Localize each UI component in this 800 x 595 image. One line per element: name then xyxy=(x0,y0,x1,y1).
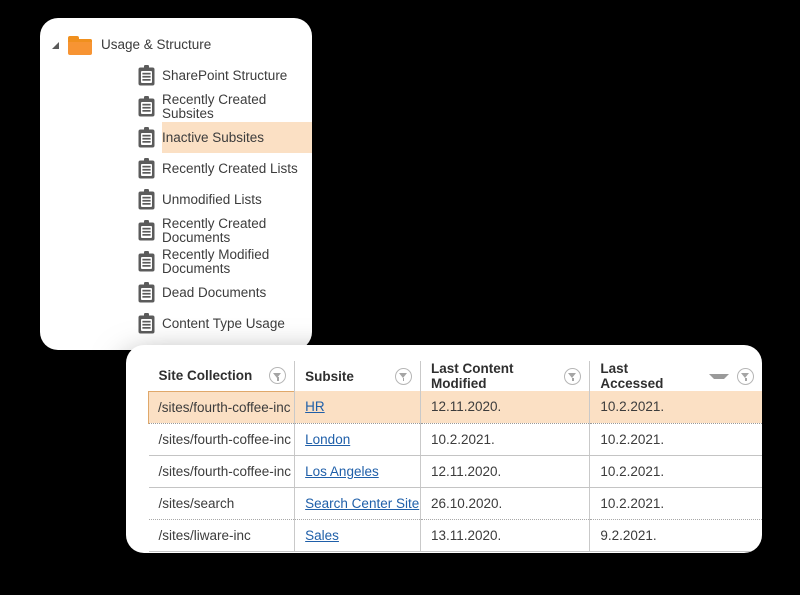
cell-last-content-modified: 12.11.2020. xyxy=(420,391,591,424)
clipboard-icon xyxy=(138,189,155,210)
sort-descending-caret-icon[interactable] xyxy=(709,373,729,379)
filter-icon[interactable] xyxy=(564,367,582,385)
cell-text: /sites/liware-inc xyxy=(158,527,251,543)
cell-text: 10.2.2021. xyxy=(430,431,495,447)
filter-icon[interactable] xyxy=(737,367,754,385)
cell-last-content-modified: 26.10.2020. xyxy=(420,487,591,520)
clipboard-icon xyxy=(138,127,155,148)
expanded-triangle-icon[interactable] xyxy=(50,38,64,52)
cell-text: /sites/fourth-coffee-inc xyxy=(158,431,292,447)
tree-item-recently-created-subsites[interactable]: Recently Created Subsites xyxy=(40,91,312,122)
tree-item-label: Dead Documents xyxy=(162,284,267,300)
cell-site-collection: /sites/liware-inc xyxy=(148,519,296,552)
cell-text: /sites/search xyxy=(158,495,235,511)
cell-text: 26.10.2020. xyxy=(430,495,503,511)
tree-item-label: Inactive Subsites xyxy=(162,129,265,145)
cell-text: 12.11.2020. xyxy=(430,399,502,415)
tree-item-recently-created-documents[interactable]: Recently Created Documents xyxy=(40,215,312,246)
cell-text: 13.11.2020. xyxy=(430,527,502,543)
cell-text: 10.2.2021. xyxy=(600,399,665,415)
table-row[interactable]: /sites/liware-inc Sales 13.11.2020. 9.2.202… xyxy=(148,519,762,552)
tree-item-dead-documents[interactable]: Dead Documents xyxy=(40,277,312,308)
subsite-link[interactable]: Search Center Site xyxy=(305,496,419,511)
cell-text: 10.2.2021. xyxy=(600,463,665,479)
subsite-link[interactable]: Sales xyxy=(305,528,339,543)
navigation-tree-panel: Usage & Structure SharePoint Structure Re… xyxy=(40,18,312,350)
cell-text: 12.11.2020. xyxy=(430,463,502,479)
clipboard-icon xyxy=(138,158,155,179)
tree-item-content-type-usage[interactable]: Content Type Usage xyxy=(40,308,312,339)
cell-text: 9.2.2021. xyxy=(600,527,657,543)
tree-item-label: Recently Created Subsites xyxy=(162,92,267,121)
filter-icon[interactable] xyxy=(269,367,287,385)
tree-item-unmodified-lists[interactable]: Unmodified Lists xyxy=(40,184,312,215)
cell-text: /sites/fourth-coffee-inc xyxy=(158,463,292,479)
cell-subsite: HR xyxy=(294,391,421,424)
tree-item-label: SharePoint Structure xyxy=(162,67,288,83)
tree-item-list: SharePoint Structure Recently Created Sub… xyxy=(40,60,312,339)
filter-icon[interactable] xyxy=(394,367,412,385)
column-header-last-content-modified[interactable]: Last Content Modified xyxy=(420,361,591,391)
column-header-label: Last Accessed xyxy=(600,361,664,391)
folder-icon xyxy=(68,35,92,55)
table-row[interactable]: /sites/fourth-coffee-inc London 10.2.2021.… xyxy=(148,423,762,456)
cell-last-accessed: 9.2.2021. xyxy=(589,519,762,552)
tree-root-label: Usage & Structure xyxy=(101,37,212,53)
cell-subsite: Los Angeles xyxy=(294,455,421,488)
tree-item-label: Recently Modified Documents xyxy=(162,247,270,276)
column-header-last-accessed[interactable]: Last Accessed xyxy=(590,361,762,391)
tree-item-recently-modified-documents[interactable]: Recently Modified Documents xyxy=(40,246,312,277)
subsite-link[interactable]: Los Angeles xyxy=(305,464,379,479)
tree-item-inactive-subsites[interactable]: Inactive Subsites xyxy=(40,122,312,153)
clipboard-icon xyxy=(138,96,155,117)
cell-last-accessed: 10.2.2021. xyxy=(589,455,762,488)
tree-item-sharepoint-structure[interactable]: SharePoint Structure xyxy=(40,60,312,91)
cell-last-accessed: 10.2.2021. xyxy=(589,423,762,456)
tree-item-label: Unmodified Lists xyxy=(162,191,262,207)
tree-root-usage-and-structure[interactable]: Usage & Structure xyxy=(40,30,312,60)
clipboard-icon xyxy=(138,313,155,334)
cell-last-accessed: 10.2.2021. xyxy=(589,487,762,520)
cell-text: 10.2.2021. xyxy=(600,431,665,447)
clipboard-icon xyxy=(138,65,155,86)
column-header-label: Last Content Modified xyxy=(430,361,514,391)
column-header-label: Subsite xyxy=(305,368,354,384)
clipboard-icon xyxy=(138,251,155,272)
column-header-subsite[interactable]: Subsite xyxy=(294,361,421,391)
cell-text: /sites/fourth-coffee-inc xyxy=(158,399,291,415)
cell-last-content-modified: 10.2.2021. xyxy=(420,423,591,456)
clipboard-icon xyxy=(138,282,155,303)
cell-last-content-modified: 13.11.2020. xyxy=(420,519,591,552)
table-row[interactable]: /sites/fourth-coffee-inc HR 12.11.2020. 10.… xyxy=(147,390,762,424)
tree-item-label: Content Type Usage xyxy=(162,315,285,331)
cell-subsite: Sales xyxy=(294,519,421,552)
tree-item-label: Recently Created Lists xyxy=(162,160,298,176)
tree-item-label: Recently Created Documents xyxy=(162,216,267,245)
table-row[interactable]: /sites/search Search Center Site 26.10.202… xyxy=(148,487,762,520)
inactive-subsites-table: Site Collection Subsite Last Content Modif… xyxy=(147,361,763,552)
cell-subsite: London xyxy=(294,423,421,456)
subsite-link[interactable]: London xyxy=(305,432,350,447)
table-header-row: Site Collection Subsite Last Content Modif… xyxy=(148,361,763,391)
table-row[interactable]: /sites/fourth-coffee-inc Los Angeles 12.11… xyxy=(148,455,762,488)
cell-text: 10.2.2021. xyxy=(600,495,665,511)
results-grid-panel: Site Collection Subsite Last Content Modif… xyxy=(126,345,762,553)
cell-site-collection: /sites/fourth-coffee-inc xyxy=(147,390,296,424)
subsite-link[interactable]: HR xyxy=(305,399,325,414)
tree-item-recently-created-lists[interactable]: Recently Created Lists xyxy=(40,153,312,184)
table-body: /sites/fourth-coffee-inc HR 12.11.2020. 10.… xyxy=(147,390,762,552)
column-header-site-collection[interactable]: Site Collection xyxy=(148,361,296,391)
column-header-label: Site Collection xyxy=(158,368,253,384)
clipboard-icon xyxy=(138,220,155,241)
cell-last-accessed: 10.2.2021. xyxy=(589,391,762,424)
cell-subsite: Search Center Site xyxy=(294,487,421,520)
cell-last-content-modified: 12.11.2020. xyxy=(420,455,591,488)
cell-site-collection: /sites/fourth-coffee-inc xyxy=(148,423,296,456)
cell-site-collection: /sites/search xyxy=(148,487,296,520)
cell-site-collection: /sites/fourth-coffee-inc xyxy=(148,455,296,488)
